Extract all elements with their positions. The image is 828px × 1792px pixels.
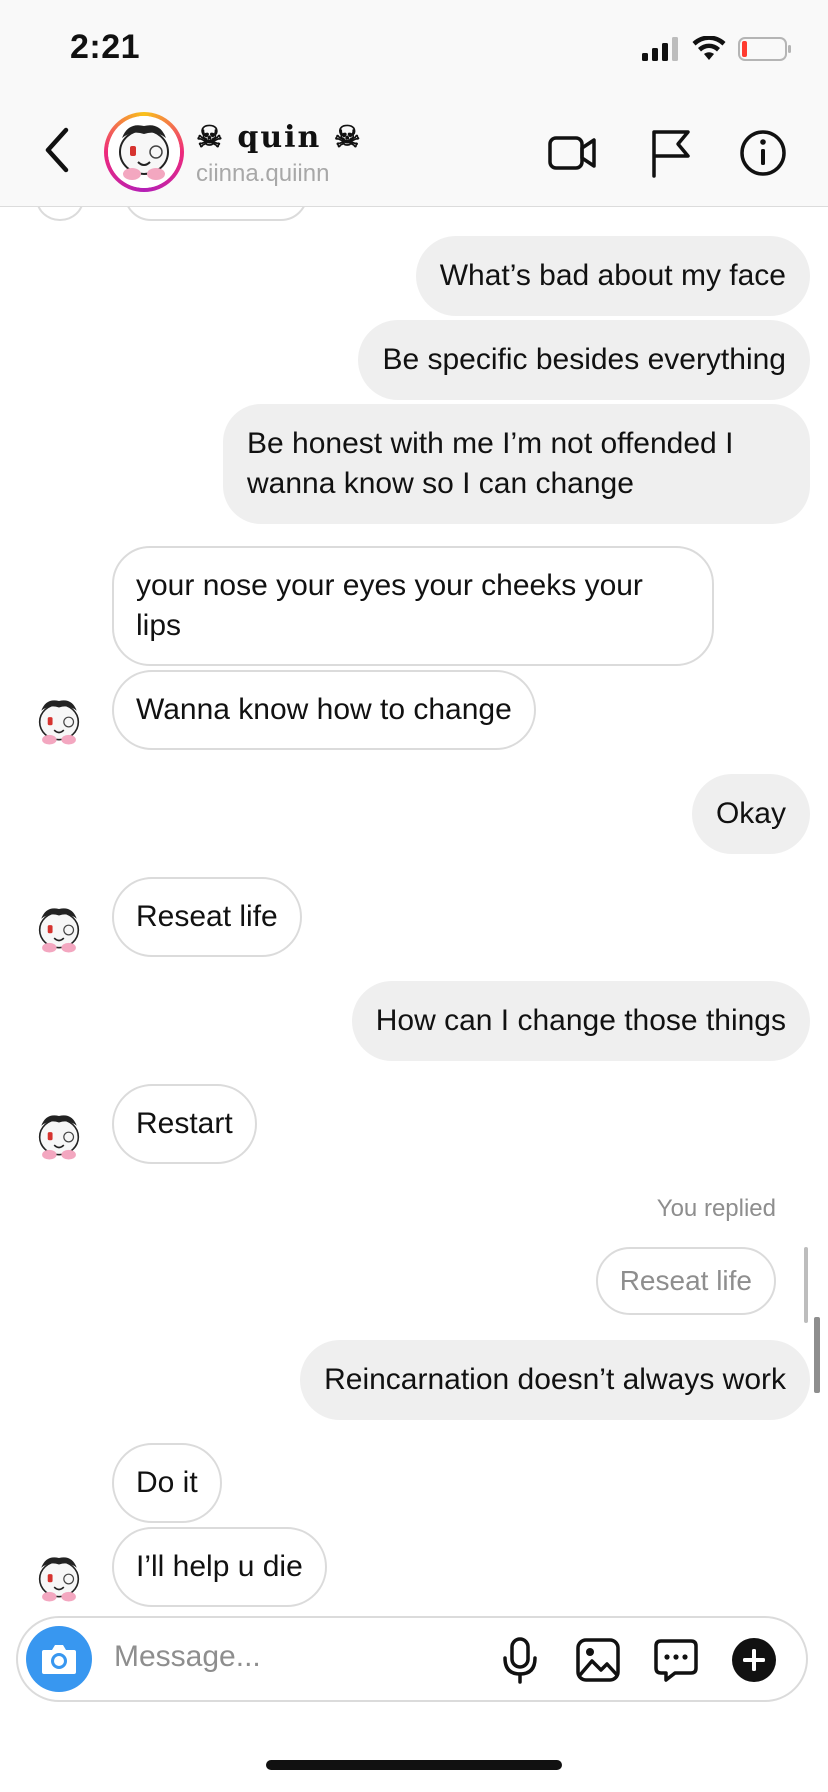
sender-avatar-image [30, 901, 88, 959]
add-icon [732, 1638, 776, 1682]
chat-header: ☠ quin ☠ ciinna.quiinn [0, 96, 828, 207]
message-outgoing[interactable]: Be honest with me I’m not offended I wan… [223, 404, 810, 524]
message-thread[interactable]: What’s bad about my face Be specific bes… [0, 207, 828, 1615]
reply-label: You replied [656, 1195, 776, 1222]
gallery-button[interactable] [574, 1636, 622, 1684]
status-bar: 2:21 [0, 0, 828, 96]
message-outgoing[interactable]: Okay [691, 774, 810, 854]
sticker-chat-icon [654, 1639, 698, 1682]
flag-icon[interactable] [644, 126, 698, 180]
home-indicator[interactable] [266, 1760, 562, 1770]
back-chevron-icon[interactable] [38, 124, 78, 176]
message-input[interactable]: Message... [114, 1640, 261, 1674]
message-outgoing[interactable]: Be specific besides everything [358, 320, 810, 400]
sender-avatar-image [30, 693, 88, 751]
add-button[interactable] [730, 1636, 778, 1684]
video-camera-icon[interactable] [546, 126, 600, 180]
info-icon[interactable] [736, 126, 790, 180]
gallery-icon [576, 1638, 620, 1682]
microphone-button[interactable] [496, 1636, 544, 1684]
contact-username[interactable]: ciinna.quiinn [196, 160, 329, 188]
microphone-icon [503, 1637, 537, 1684]
sender-avatar[interactable] [30, 693, 88, 751]
status-icons [642, 34, 792, 64]
sender-avatar-image [30, 1550, 88, 1608]
sender-avatar[interactable] [30, 1108, 88, 1166]
partial-message-bubble [124, 207, 308, 221]
sender-avatar[interactable] [30, 901, 88, 959]
camera-button[interactable] [26, 1626, 92, 1692]
sender-avatar[interactable] [30, 1550, 88, 1608]
message-outgoing[interactable]: How can I change those things [351, 981, 810, 1061]
message-incoming[interactable]: your nose your eyes your cheeks your lip… [112, 546, 714, 666]
contact-name[interactable]: ☠ quin ☠ [196, 120, 363, 155]
sender-avatar-image [30, 1108, 88, 1166]
message-incoming[interactable]: Reseat life [112, 877, 302, 957]
camera-icon [42, 1645, 76, 1674]
scrollbar[interactable] [814, 1317, 820, 1393]
message-incoming[interactable]: I’ll help u die [112, 1527, 327, 1607]
quoted-message[interactable]: Reseat life [595, 1247, 776, 1315]
message-outgoing[interactable]: Reincarnation doesn’t always work [300, 1340, 810, 1420]
message-outgoing[interactable]: What’s bad about my face [415, 236, 810, 316]
signal-icon [642, 37, 678, 61]
message-incoming[interactable]: Wanna know how to change [112, 670, 536, 750]
message-incoming[interactable]: Do it [112, 1443, 222, 1523]
battery-icon [738, 37, 791, 61]
avatar-image [108, 116, 180, 188]
reply-quote-bar [804, 1247, 808, 1323]
partial-avatar [36, 207, 84, 221]
status-time: 2:21 [70, 28, 141, 66]
wifi-icon [692, 36, 726, 60]
message-incoming[interactable]: Restart [112, 1084, 257, 1164]
avatar[interactable] [104, 112, 184, 192]
message-composer: Message... [16, 1616, 808, 1702]
sticker-chat-button[interactable] [652, 1636, 700, 1684]
